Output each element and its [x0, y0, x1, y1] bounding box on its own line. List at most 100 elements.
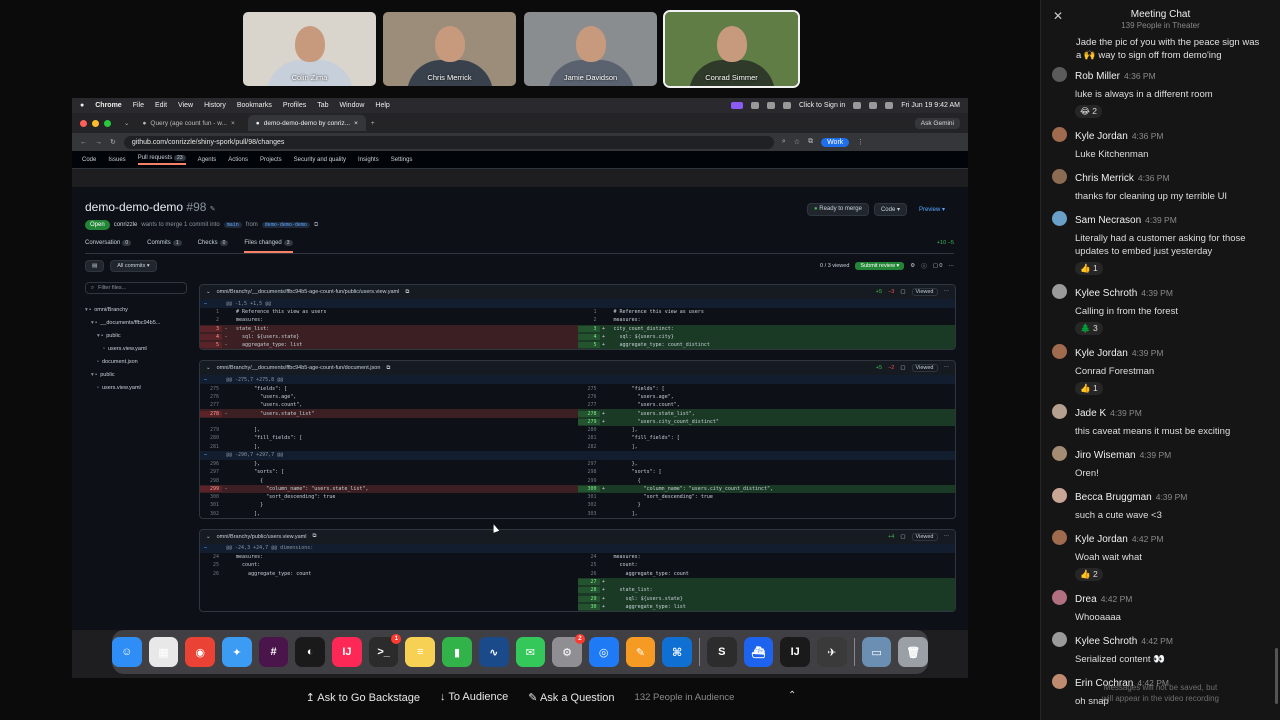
- tree-file[interactable]: ▫ users.view.yaml: [85, 381, 187, 394]
- repo-nav-item[interactable]: Actions: [228, 157, 248, 163]
- line-number[interactable]: 275: [200, 386, 222, 392]
- diff-line[interactable]: 297 },: [578, 460, 956, 468]
- chat-message[interactable]: Kylee Schroth 4:42 PM Serialized content 👀: [1041, 627, 1280, 669]
- file-more-icon[interactable]: ⋯: [944, 534, 950, 540]
- diff-line[interactable]: 281 ],: [200, 443, 578, 451]
- diff-line[interactable]: 301 }: [200, 501, 578, 509]
- profile-button[interactable]: Work: [821, 137, 850, 147]
- url-field[interactable]: github.com/conrizzle/shiny-spork/pull/98…: [123, 135, 774, 149]
- trash-icon[interactable]: 🗑: [898, 637, 929, 667]
- preview-toggle[interactable]: Preview ▾: [912, 203, 952, 216]
- line-number[interactable]: 278: [200, 410, 222, 417]
- vscode-icon[interactable]: ⌘: [662, 637, 692, 667]
- safari-icon[interactable]: ✦: [222, 637, 252, 667]
- line-number[interactable]: 282: [578, 444, 600, 450]
- line-number[interactable]: 276: [578, 394, 600, 400]
- forward-icon[interactable]: →: [95, 139, 102, 146]
- search-icon[interactable]: [869, 102, 878, 109]
- menubar-item[interactable]: Bookmarks: [237, 102, 272, 109]
- info-icon[interactable]: ⓘ: [921, 262, 927, 270]
- diff-line[interactable]: 302 }: [578, 501, 956, 509]
- line-number[interactable]: 1: [578, 309, 600, 315]
- file-path[interactable]: omni/Branchy/__documents/ffbc94b5-age-co…: [217, 365, 381, 371]
- bookmark-star-icon[interactable]: ☆: [794, 138, 800, 146]
- diff-line[interactable]: 2 measures:: [200, 316, 578, 324]
- diff-line[interactable]: 299- "column_name": "users.state_list",: [200, 484, 578, 494]
- line-number[interactable]: 4: [577, 334, 600, 341]
- browser-tab-active[interactable]: ● demo-demo-demo by conriz... ×: [247, 115, 366, 131]
- close-icon[interactable]: ✕: [1053, 9, 1063, 23]
- chat-message[interactable]: Becca Bruggman 4:39 PM such a cute wave <3: [1041, 483, 1280, 525]
- pr-tab[interactable]: Files changed 3: [244, 240, 293, 253]
- diff-line[interactable]: 301 "sort_descending": true: [578, 493, 956, 501]
- collapse-chevron-icon[interactable]: ⌄: [206, 289, 211, 295]
- go-backstage-button[interactable]: ↥ Ask to Go Backstage: [306, 691, 420, 704]
- chat-message[interactable]: Rob Miller 4:36 PM luke is always in a dif…: [1041, 62, 1280, 122]
- line-number[interactable]: 26: [200, 571, 222, 577]
- chat-messages[interactable]: Jade the pic of you with the peace sign …: [1041, 28, 1280, 711]
- diff-line[interactable]: 1 # Reference this view as users: [200, 308, 578, 316]
- diff-line[interactable]: 26 aggregate_type: count: [578, 570, 956, 578]
- diff-line[interactable]: 281 "fill_fields": [: [578, 434, 956, 442]
- diff-line[interactable]: 3- state_list:: [200, 324, 578, 333]
- repo-nav-item[interactable]: Issues: [108, 157, 125, 163]
- diff-line[interactable]: 276 "users.age",: [200, 393, 578, 401]
- file-more-icon[interactable]: ⋯: [944, 365, 950, 371]
- tree-folder[interactable]: ▾ ▪ public: [85, 329, 187, 342]
- diff-line[interactable]: 297 "sorts": [: [200, 468, 578, 476]
- diff-line[interactable]: 27 +: [577, 577, 955, 587]
- participant-tile[interactable]: Jamie Davidson: [524, 12, 657, 86]
- menubar-item[interactable]: View: [178, 102, 193, 109]
- edit-icon[interactable]: ✎: [210, 206, 216, 213]
- diff-line[interactable]: 278 + "users.state_list",: [577, 409, 955, 418]
- tree-toggle-icon[interactable]: ▤: [85, 260, 105, 272]
- zoom-icon[interactable]: ⌕: [782, 138, 786, 146]
- line-number[interactable]: 24: [578, 554, 600, 560]
- line-number[interactable]: 4: [200, 334, 222, 341]
- diff-line[interactable]: 25 count:: [200, 561, 578, 569]
- reaction-badge[interactable]: 🌲 3: [1075, 322, 1103, 335]
- minimize-window-icon[interactable]: [92, 119, 99, 127]
- wifi-icon[interactable]: [853, 102, 862, 109]
- diff-line[interactable]: 279 ],: [200, 426, 578, 434]
- line-number[interactable]: 297: [578, 461, 600, 467]
- copy-path-icon[interactable]: ⧉: [405, 289, 409, 296]
- more-icon[interactable]: ⋯: [949, 263, 955, 269]
- viewed-checkbox[interactable]: Viewed: [911, 288, 938, 296]
- menubar-app-name[interactable]: Chrome: [95, 102, 121, 109]
- code-button[interactable]: Code ▾: [873, 203, 907, 216]
- back-icon[interactable]: ←: [80, 139, 87, 146]
- line-number[interactable]: 5: [577, 342, 600, 349]
- menubar-item[interactable]: File: [133, 102, 144, 109]
- finder-icon[interactable]: ☺: [111, 637, 142, 667]
- ask-question-button[interactable]: ✎ Ask a Question: [528, 691, 614, 704]
- comment-icon[interactable]: ▢: [900, 365, 905, 371]
- sublime-icon[interactable]: S: [706, 637, 737, 667]
- repo-nav-item[interactable]: Agents: [198, 157, 217, 163]
- chat-message[interactable]: Kyle Jordan 4:39 PM Conrad Forestman 👍 1: [1041, 339, 1280, 399]
- line-number[interactable]: 24: [200, 554, 222, 560]
- preview-icon[interactable]: ▭: [861, 637, 892, 667]
- ready-to-merge-button[interactable]: ● Ready to merge: [806, 203, 869, 216]
- diff-line[interactable]: 302 ],: [200, 510, 578, 518]
- line-number[interactable]: 303: [578, 511, 600, 517]
- line-number[interactable]: 281: [578, 435, 600, 441]
- line-number[interactable]: 2: [578, 317, 600, 323]
- diff-line[interactable]: 303 ],: [578, 510, 956, 518]
- file-path[interactable]: omni/Branchy/__documents/ffbc94b5-age-co…: [217, 289, 400, 295]
- line-number[interactable]: 300: [200, 494, 222, 500]
- viewed-checkbox[interactable]: Viewed: [911, 532, 938, 541]
- line-number[interactable]: 298: [578, 469, 600, 475]
- tree-file[interactable]: ▫ document.json: [85, 355, 187, 368]
- diff-line[interactable]: 25 count:: [578, 561, 956, 569]
- line-number[interactable]: 277: [200, 402, 222, 408]
- tree-folder[interactable]: ▾ ▪ omni/Branchy: [85, 303, 187, 316]
- reaction-badge[interactable]: 👍 1: [1075, 382, 1103, 395]
- close-tab-icon[interactable]: ×: [354, 120, 358, 127]
- diff-line[interactable]: 298 "sorts": [: [578, 468, 956, 476]
- line-number[interactable]: 5: [200, 342, 222, 349]
- menubar-item[interactable]: Profiles: [283, 102, 306, 109]
- diff-line[interactable]: [200, 603, 578, 611]
- screen-share-indicator-icon[interactable]: [730, 102, 743, 109]
- diff-line[interactable]: 296 },: [200, 460, 578, 468]
